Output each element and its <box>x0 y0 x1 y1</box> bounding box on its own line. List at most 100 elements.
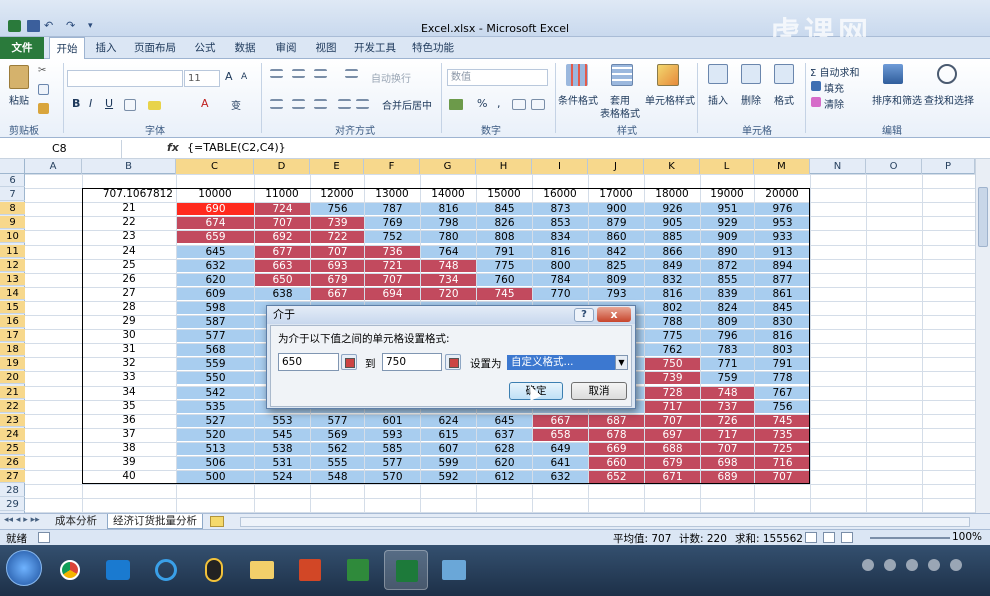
table-cell[interactable]: 825 <box>589 259 644 272</box>
table-cell[interactable]: 784 <box>533 273 588 286</box>
find-select-icon[interactable] <box>937 64 957 84</box>
column-header[interactable]: A <box>25 159 82 174</box>
table-cell[interactable]: 570 <box>365 471 420 484</box>
decrease-indent-icon[interactable] <box>338 99 351 109</box>
table-cell[interactable]: 607 <box>421 442 476 455</box>
macro-record-icon[interactable] <box>38 532 50 543</box>
column-header[interactable]: D <box>254 159 310 174</box>
row-value-cell[interactable]: 39 <box>82 456 176 469</box>
format-select[interactable]: 自定义格式... <box>507 355 615 370</box>
table-cell[interactable]: 638 <box>255 287 310 300</box>
table-cell[interactable]: 569 <box>311 428 364 441</box>
save-icon[interactable] <box>27 20 40 32</box>
table-cell[interactable]: 767 <box>755 386 810 399</box>
excel-taskbar-icon[interactable] <box>384 550 428 590</box>
row-header[interactable]: 19 <box>0 357 25 371</box>
table-cell[interactable]: 728 <box>645 386 700 399</box>
table-cell[interactable]: 688 <box>645 442 700 455</box>
column-value-cell[interactable]: 20000 <box>754 188 810 201</box>
table-cell[interactable]: 620 <box>477 457 532 469</box>
tab-insert[interactable]: 插入 <box>88 37 124 59</box>
table-cell[interactable]: 593 <box>365 428 420 441</box>
table-cell[interactable]: 890 <box>701 245 754 258</box>
table-cell[interactable]: 726 <box>701 414 754 427</box>
table-cell[interactable]: 759 <box>701 372 754 385</box>
row-header[interactable]: 12 <box>0 258 25 272</box>
row-value-cell[interactable]: 35 <box>82 400 176 413</box>
browser-taskbar-icon[interactable] <box>144 550 188 590</box>
copy-icon[interactable] <box>38 84 49 95</box>
table-cell[interactable]: 615 <box>421 428 476 441</box>
decrease-decimal-icon[interactable] <box>531 99 545 110</box>
font-size-combo[interactable]: 11 <box>184 70 220 87</box>
table-cell[interactable]: 669 <box>589 442 644 455</box>
row-header[interactable]: 17 <box>0 329 25 343</box>
table-cell[interactable]: 734 <box>421 273 476 286</box>
table-cell[interactable]: 809 <box>701 316 754 328</box>
table-cell[interactable]: 679 <box>311 273 364 286</box>
table-cell[interactable]: 674 <box>177 217 254 230</box>
table-cell[interactable]: 585 <box>365 442 420 455</box>
tab-file[interactable]: 文件 <box>0 37 44 59</box>
table-cell[interactable]: 775 <box>477 259 532 272</box>
tray-icon[interactable] <box>928 559 940 571</box>
row-value-cell[interactable]: 27 <box>82 287 176 300</box>
table-cell[interactable]: 756 <box>311 203 364 216</box>
table-cell[interactable]: 717 <box>645 400 700 413</box>
column-value-cell[interactable]: 10000 <box>176 188 254 201</box>
table-cell[interactable]: 660 <box>589 457 644 469</box>
table-cell[interactable]: 748 <box>421 259 476 272</box>
clear-icon[interactable] <box>811 97 821 107</box>
column-value-cell[interactable]: 16000 <box>532 188 588 201</box>
row-value-cell[interactable]: 37 <box>82 428 176 441</box>
tray-icon[interactable] <box>862 559 874 571</box>
table-cell[interactable]: 756 <box>755 400 810 413</box>
table-cell[interactable]: 659 <box>177 231 254 244</box>
row-header[interactable]: 7 <box>0 188 25 202</box>
table-cell[interactable]: 855 <box>701 273 754 286</box>
paste-button[interactable]: 粘贴 <box>9 92 29 107</box>
row-header[interactable]: 26 <box>0 456 25 469</box>
table-cell[interactable]: 658 <box>533 428 588 441</box>
tab-data[interactable]: 数据 <box>227 37 263 59</box>
table-cell[interactable]: 722 <box>311 231 364 244</box>
table-cell[interactable]: 542 <box>177 386 254 399</box>
insert-cells-icon[interactable] <box>708 64 728 84</box>
column-header[interactable]: B <box>82 159 176 174</box>
table-cell[interactable]: 953 <box>755 217 810 230</box>
delete-cells-button[interactable]: 删除 <box>741 92 761 107</box>
cell-styles-icon[interactable] <box>657 64 679 86</box>
column-header[interactable]: P <box>922 159 975 174</box>
table-cell[interactable]: 601 <box>365 414 420 427</box>
camtasia-taskbar-icon[interactable] <box>336 550 380 590</box>
table-cell[interactable]: 637 <box>477 428 532 441</box>
table-cell[interactable]: 745 <box>477 287 532 300</box>
table-cell[interactable]: 816 <box>421 203 476 216</box>
row-value-cell[interactable]: 31 <box>82 343 176 356</box>
table-cell[interactable]: 641 <box>533 457 588 469</box>
table-cell[interactable]: 548 <box>311 471 364 484</box>
table-cell[interactable]: 826 <box>477 217 532 230</box>
fill-icon[interactable] <box>811 81 821 91</box>
align-top-icon[interactable] <box>270 69 283 78</box>
column-value-cell[interactable]: 13000 <box>364 188 420 201</box>
row-header[interactable]: 27 <box>0 470 25 484</box>
scroll-thumb[interactable] <box>978 187 988 247</box>
insert-function-icon[interactable]: fx <box>167 141 179 154</box>
table-cell[interactable]: 721 <box>365 259 420 272</box>
row-value-cell[interactable]: 40 <box>82 470 176 483</box>
table-cell[interactable]: 652 <box>589 471 644 484</box>
sort-filter-icon[interactable] <box>883 64 903 84</box>
column-header[interactable]: N <box>810 159 866 174</box>
column-value-cell[interactable]: 18000 <box>644 188 700 201</box>
column-value-cell[interactable]: 12000 <box>310 188 364 201</box>
page-break-view-icon[interactable] <box>841 532 853 543</box>
table-cell[interactable]: 679 <box>645 457 700 469</box>
row-header[interactable]: 29 <box>0 498 25 512</box>
table-cell[interactable]: 929 <box>701 217 754 230</box>
table-corner-cell[interactable]: 707.1067812 <box>82 188 176 201</box>
percent-button[interactable]: % <box>477 97 487 110</box>
table-cell[interactable]: 900 <box>589 203 644 216</box>
table-cell[interactable]: 562 <box>311 442 364 455</box>
cancel-button[interactable]: 取消 <box>571 382 627 400</box>
